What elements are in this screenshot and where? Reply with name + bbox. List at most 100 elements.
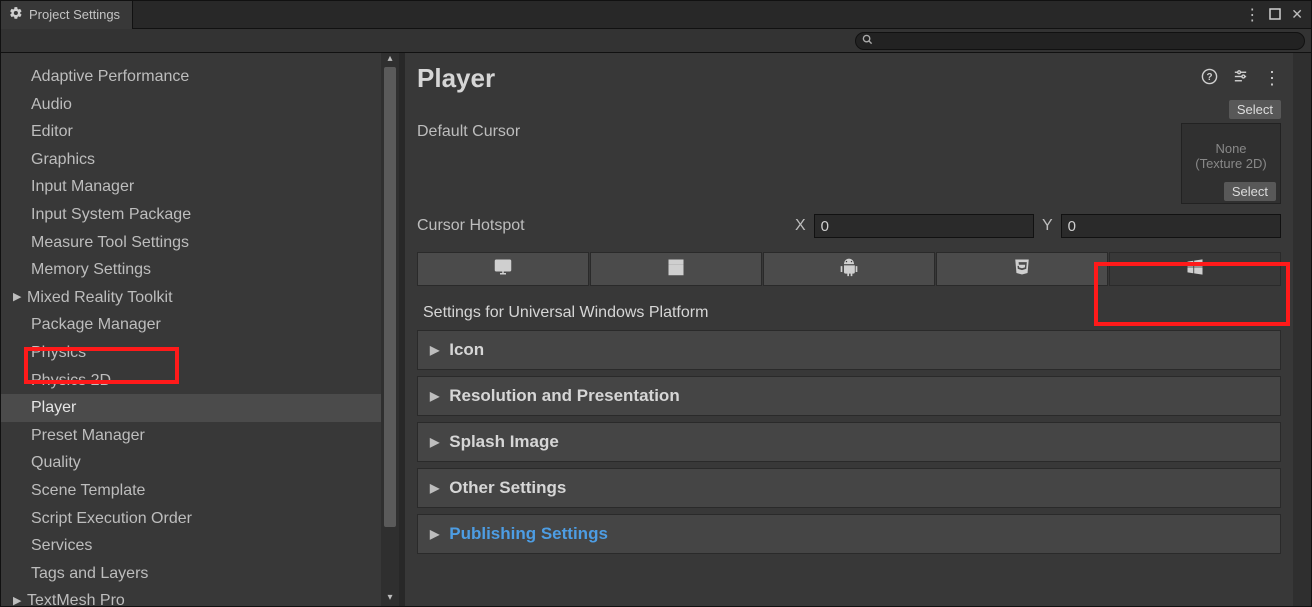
- sidebar-item-label: Adaptive Performance: [31, 66, 189, 88]
- sidebar-item-label: Memory Settings: [31, 259, 151, 281]
- foldout-label: Splash Image: [449, 432, 559, 452]
- help-icon[interactable]: ?: [1201, 68, 1218, 90]
- hotspot-y-input[interactable]: [1061, 214, 1281, 238]
- sidebar-scrollbar[interactable]: ▴ ▾: [381, 53, 399, 606]
- foldout-splash-image[interactable]: ▶ Splash Image: [417, 422, 1281, 462]
- chevron-right-icon: ▶: [430, 343, 439, 357]
- select-button-top[interactable]: Select: [1229, 100, 1281, 119]
- cursor-hotspot-label: Cursor Hotspot: [417, 217, 787, 235]
- sidebar-item-label: Physics 2D: [31, 370, 111, 392]
- sidebar-item-label: Tags and Layers: [31, 563, 148, 585]
- cursor-type-text: (Texture 2D): [1195, 156, 1267, 171]
- platform-tab-server[interactable]: [590, 252, 762, 286]
- foldout-label: Icon: [449, 340, 484, 360]
- sidebar-item-physics-2d[interactable]: Physics 2D: [1, 367, 381, 395]
- sidebar-item-memory-settings[interactable]: Memory Settings: [1, 256, 381, 284]
- sidebar: Adaptive Performance Audio Editor Graphics I…: [1, 53, 399, 606]
- sidebar-item-measure-tool-settings[interactable]: Measure Tool Settings: [1, 229, 381, 257]
- platform-tab-uwp[interactable]: [1109, 252, 1281, 286]
- chevron-right-icon: ▶: [430, 435, 439, 449]
- sidebar-item-adaptive-performance[interactable]: Adaptive Performance: [1, 63, 381, 91]
- html5-icon: [1013, 257, 1031, 282]
- platform-tab-webgl[interactable]: [936, 252, 1108, 286]
- preset-icon[interactable]: [1232, 68, 1249, 90]
- kebab-icon[interactable]: ⋮: [1263, 68, 1281, 89]
- window-tab-project-settings[interactable]: Project Settings: [1, 1, 133, 29]
- sidebar-item-label: Scene Template: [31, 480, 145, 502]
- windows-icon: [1185, 257, 1205, 282]
- sidebar-item-label: TextMesh Pro: [27, 590, 125, 606]
- search-input[interactable]: [877, 35, 1298, 47]
- window-titlebar: Project Settings ⋮ ✕: [1, 1, 1311, 29]
- platform-tab-android[interactable]: [763, 252, 935, 286]
- sidebar-item-graphics[interactable]: Graphics: [1, 146, 381, 174]
- sidebar-item-player[interactable]: Player: [1, 394, 381, 422]
- gear-icon: [9, 6, 23, 23]
- sidebar-item-audio[interactable]: Audio: [1, 91, 381, 119]
- sidebar-item-quality[interactable]: Quality: [1, 449, 381, 477]
- sidebar-item-label: Measure Tool Settings: [31, 232, 189, 254]
- sidebar-item-label: Graphics: [31, 149, 95, 171]
- sidebar-item-label: Physics: [31, 342, 86, 364]
- sidebar-item-label: Quality: [31, 452, 81, 474]
- sidebar-item-label: Editor: [31, 121, 73, 143]
- android-icon: [839, 257, 859, 282]
- monitor-icon: [492, 258, 514, 281]
- sidebar-item-tags-and-layers[interactable]: Tags and Layers: [1, 560, 381, 588]
- foldout-icon[interactable]: ▶ Icon: [417, 330, 1281, 370]
- window-title-text: Project Settings: [29, 7, 120, 22]
- sidebar-item-label: Services: [31, 535, 92, 557]
- chevron-right-icon: ▶: [13, 290, 27, 305]
- sidebar-item-script-execution-order[interactable]: Script Execution Order: [1, 505, 381, 533]
- sidebar-item-label: Package Manager: [31, 314, 161, 336]
- foldout-other-settings[interactable]: ▶ Other Settings: [417, 468, 1281, 508]
- foldout-label: Resolution and Presentation: [449, 386, 679, 406]
- sidebar-item-package-manager[interactable]: Package Manager: [1, 311, 381, 339]
- sidebar-item-services[interactable]: Services: [1, 532, 381, 560]
- scroll-down-icon[interactable]: ▾: [381, 592, 399, 606]
- hotspot-x-input[interactable]: [814, 214, 1034, 238]
- sidebar-item-label: Input Manager: [31, 176, 134, 198]
- main-scrollbar[interactable]: [1293, 53, 1311, 606]
- sidebar-item-textmesh-pro[interactable]: ▶TextMesh Pro: [1, 587, 381, 606]
- search-field[interactable]: [855, 32, 1305, 50]
- search-icon: [862, 34, 873, 48]
- sidebar-item-editor[interactable]: Editor: [1, 118, 381, 146]
- foldout-label: Other Settings: [449, 478, 566, 498]
- server-icon: [665, 258, 687, 281]
- sidebar-item-scene-template[interactable]: Scene Template: [1, 477, 381, 505]
- close-icon[interactable]: ✕: [1291, 6, 1303, 23]
- default-cursor-field[interactable]: None (Texture 2D) Select: [1181, 123, 1281, 204]
- scroll-up-icon[interactable]: ▴: [381, 53, 399, 67]
- chevron-right-icon: ▶: [430, 527, 439, 541]
- sidebar-item-label: Mixed Reality Toolkit: [27, 287, 173, 309]
- kebab-icon[interactable]: ⋮: [1244, 5, 1259, 25]
- maximize-icon[interactable]: [1269, 7, 1281, 23]
- platform-tab-standalone[interactable]: [417, 252, 589, 286]
- hotspot-x-label: X: [795, 217, 806, 235]
- sidebar-item-label: Preset Manager: [31, 425, 145, 447]
- sidebar-item-preset-manager[interactable]: Preset Manager: [1, 422, 381, 450]
- main-panel: Player ? ⋮ Select Default Cursor: [405, 53, 1311, 606]
- sidebar-item-input-system-package[interactable]: Input System Package: [1, 201, 381, 229]
- cursor-none-text: None: [1215, 141, 1246, 156]
- foldout-label: Publishing Settings: [449, 524, 608, 544]
- scrollbar-thumb[interactable]: [384, 67, 396, 527]
- sidebar-item-label: Script Execution Order: [31, 508, 192, 530]
- select-button-cursor[interactable]: Select: [1224, 182, 1276, 201]
- hotspot-y-label: Y: [1042, 217, 1053, 235]
- chevron-right-icon: ▶: [430, 389, 439, 403]
- toolbar: [1, 29, 1311, 53]
- sidebar-item-mixed-reality-toolkit[interactable]: ▶Mixed Reality Toolkit: [1, 284, 381, 312]
- chevron-right-icon: ▶: [13, 594, 27, 606]
- foldout-publishing-settings[interactable]: ▶ Publishing Settings: [417, 514, 1281, 554]
- sidebar-item-label: Player: [31, 397, 76, 419]
- sidebar-item-label: Input System Package: [31, 204, 191, 226]
- sidebar-item-label: Audio: [31, 94, 72, 116]
- page-title: Player: [417, 63, 495, 94]
- sidebar-item-physics[interactable]: Physics: [1, 339, 381, 367]
- svg-text:?: ?: [1206, 72, 1212, 83]
- chevron-right-icon: ▶: [430, 481, 439, 495]
- foldout-resolution-and-presentation[interactable]: ▶ Resolution and Presentation: [417, 376, 1281, 416]
- sidebar-item-input-manager[interactable]: Input Manager: [1, 173, 381, 201]
